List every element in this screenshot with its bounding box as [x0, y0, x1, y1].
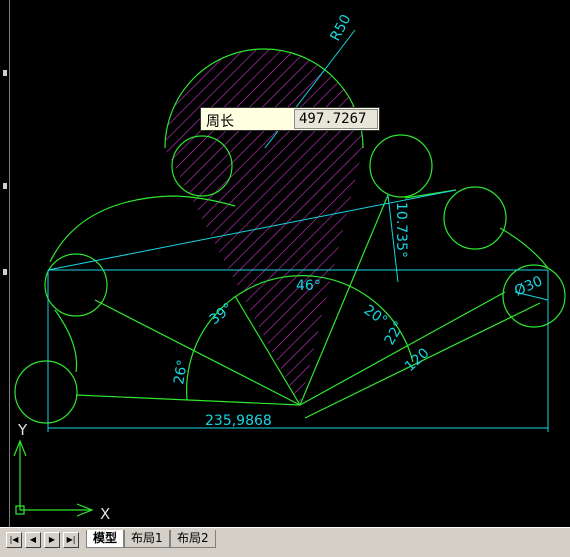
- line-a: [75, 394, 301, 406]
- dim-horizontal-text: 235,9868: [205, 413, 272, 429]
- toolbar-notch: [3, 183, 7, 189]
- toolbar-notch: [3, 70, 7, 76]
- outer-arc-lower: [54, 309, 78, 373]
- toolbar-notch: [3, 269, 7, 275]
- drawing-canvas[interactable]: 235,9868 R50 10.735° Ø30 120 26° 39° 46°…: [10, 0, 570, 527]
- nav-first-button[interactable]: |◀: [6, 532, 22, 548]
- tab-model[interactable]: 模型: [86, 530, 125, 548]
- tab-layout1[interactable]: 布局1: [124, 530, 170, 548]
- left-toolbar-gutter: [0, 0, 10, 527]
- dim-vertical-text: 10.735°: [393, 202, 409, 258]
- dim-angle-20: 20°: [361, 302, 391, 329]
- tooltip-value[interactable]: 497.7267: [294, 109, 378, 129]
- layout-tab-bar: |◀ ◀ ▶ ▶| 模型 布局1 布局2: [0, 527, 570, 557]
- tab-layout2[interactable]: 布局2: [170, 530, 216, 548]
- dim-angle-46: 46°: [296, 278, 321, 294]
- dim-angle-26: 26°: [171, 358, 191, 385]
- line-d: [299, 291, 506, 406]
- small-circle-3: [443, 186, 507, 250]
- right-arc: [499, 227, 549, 269]
- dim-angle-39: 39°: [207, 300, 236, 328]
- nav-last-button[interactable]: ▶|: [63, 532, 79, 548]
- nav-prev-button[interactable]: ◀: [25, 532, 41, 548]
- tooltip-label: 周长: [206, 114, 234, 130]
- ucs-x-label: X: [100, 505, 110, 523]
- small-circle-5: [44, 253, 108, 317]
- cad-drawing[interactable]: 235,9868 R50 10.735° Ø30 120 26° 39° 46°…: [10, 0, 570, 527]
- ucs-y-label: Y: [17, 421, 28, 439]
- small-circle-6: [14, 360, 78, 424]
- nav-next-button[interactable]: ▶: [44, 532, 60, 548]
- perimeter-tooltip: 周长 497.7267: [200, 107, 380, 131]
- dim-length-text: 120: [402, 345, 433, 375]
- dim-radius-text: R50: [327, 12, 354, 44]
- small-circle-2: [369, 134, 433, 198]
